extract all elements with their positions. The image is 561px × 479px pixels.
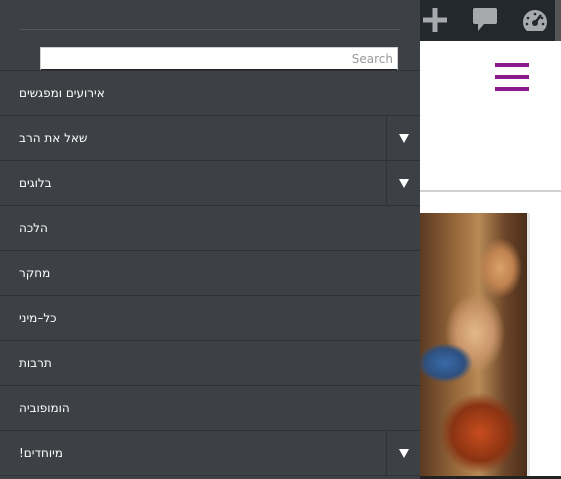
menu-item[interactable]: מיוחדים!: [0, 431, 420, 476]
menu-item[interactable]: בלוגים: [0, 161, 420, 206]
submenu-toggle[interactable]: [386, 116, 420, 160]
dashboard-icon[interactable]: [520, 6, 550, 34]
menu-item[interactable]: הלכה: [0, 206, 420, 251]
navigation-drawer: אירועים ומפגשים שאל את הרב בלוגים הלכה מ…: [0, 0, 420, 479]
menu-item-label[interactable]: שאל את הרב: [19, 116, 87, 160]
nav-menu: אירועים ומפגשים שאל את הרב בלוגים הלכה מ…: [0, 70, 420, 476]
menu-item[interactable]: כל–מיני: [0, 296, 420, 341]
submenu-toggle[interactable]: [386, 161, 420, 205]
plus-icon[interactable]: [420, 6, 450, 34]
menu-item[interactable]: תרבות: [0, 341, 420, 386]
menu-item-label[interactable]: כל–מיני: [19, 296, 57, 340]
menu-item[interactable]: מחקר: [0, 251, 420, 296]
page-content: [420, 41, 561, 479]
caret-down-icon: [398, 448, 409, 458]
search-field[interactable]: [40, 47, 398, 71]
image-shadow: [527, 213, 530, 479]
menu-item-label[interactable]: הלכה: [19, 206, 48, 250]
menu-item-label[interactable]: בלוגים: [19, 161, 52, 205]
menu-item[interactable]: אירועים ומפגשים: [0, 70, 420, 116]
menu-item-label[interactable]: תרבות: [19, 341, 52, 385]
menu-item-label[interactable]: הומופוביה: [19, 386, 70, 430]
menu-item-label[interactable]: מחקר: [19, 251, 50, 295]
search-input[interactable]: [41, 48, 397, 70]
header-divider: [420, 190, 561, 192]
adminbar-edge: [555, 0, 561, 41]
comment-icon[interactable]: [470, 6, 500, 34]
drawer-divider: [20, 29, 400, 30]
admin-bar: [420, 0, 561, 41]
hamburger-menu-icon[interactable]: [495, 63, 529, 91]
caret-down-icon: [398, 178, 409, 188]
menu-item[interactable]: הומופוביה: [0, 386, 420, 431]
menu-item[interactable]: שאל את הרב: [0, 116, 420, 161]
caret-down-icon: [398, 133, 409, 143]
submenu-toggle[interactable]: [386, 431, 420, 475]
menu-item-label[interactable]: אירועים ומפגשים: [19, 71, 105, 115]
menu-item-label[interactable]: מיוחדים!: [19, 431, 63, 475]
featured-painting-image[interactable]: [420, 213, 527, 479]
